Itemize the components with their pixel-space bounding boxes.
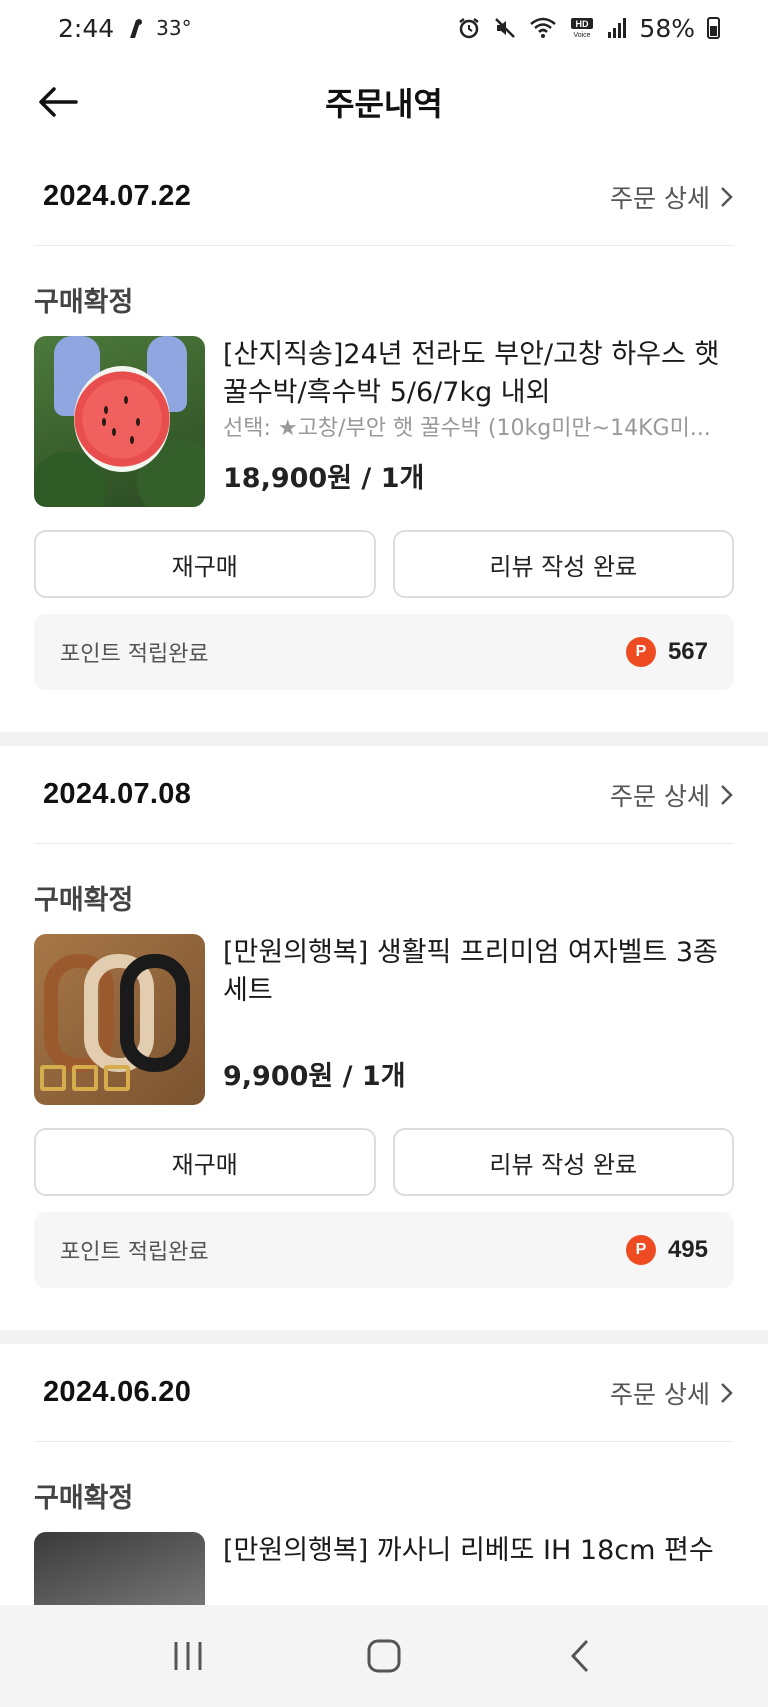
action-row: 재구매 리뷰 작성 완료 bbox=[34, 530, 734, 598]
order-header: 2024.07.22 주문 상세 bbox=[34, 148, 734, 246]
review-complete-button[interactable]: 리뷰 작성 완료 bbox=[392, 1128, 734, 1196]
order-header: 2024.06.20 주문 상세 bbox=[34, 1344, 734, 1442]
product-row[interactable]: [산지직송]24년 전라도 부안/고창 하우스 햇꿀수박/흑수박 5/6/7kg… bbox=[34, 336, 734, 508]
order-date: 2024.06.20 bbox=[43, 1376, 192, 1408]
product-name[interactable]: [산지직송]24년 전라도 부안/고창 하우스 햇꿀수박/흑수박 5/6/7kg… bbox=[223, 336, 734, 412]
order-detail-label: 주문 상세 bbox=[610, 781, 710, 811]
back-button[interactable] bbox=[36, 80, 80, 124]
point-box: 포인트 적립완료 P 567 bbox=[34, 614, 734, 690]
home-button[interactable] bbox=[344, 1626, 424, 1686]
mute-icon bbox=[493, 16, 517, 40]
recent-apps-button[interactable] bbox=[148, 1626, 228, 1686]
battery-percent: 58% bbox=[639, 13, 695, 43]
rebuy-button[interactable]: 재구매 bbox=[34, 530, 376, 598]
signal-icon bbox=[607, 17, 627, 39]
point-badge-icon: P bbox=[625, 637, 656, 667]
chevron-right-icon bbox=[721, 784, 733, 805]
order-status: 구매확정 bbox=[34, 287, 134, 318]
order-card: 2024.07.22 주문 상세 구매확정 [산지직송]24년 전라도 부안/고… bbox=[0, 148, 768, 732]
alarm-icon bbox=[457, 16, 481, 40]
order-list: 2024.07.22 주문 상세 구매확정 [산지직송]24년 전라도 부안/고… bbox=[0, 148, 768, 1704]
point-value: 567 bbox=[667, 638, 708, 665]
system-nav-bar bbox=[0, 1605, 768, 1707]
rebuy-button[interactable]: 재구매 bbox=[34, 1128, 376, 1196]
chevron-right-icon bbox=[721, 186, 733, 207]
order-detail-link[interactable]: 주문 상세 bbox=[610, 179, 734, 215]
order-date: 2024.07.08 bbox=[43, 778, 192, 810]
point-value-wrap: P 495 bbox=[625, 1235, 708, 1265]
status-left: 2:44 33° bbox=[58, 14, 192, 43]
chevron-right-icon bbox=[721, 1382, 733, 1403]
back-arrow-icon bbox=[39, 87, 78, 117]
system-back-button[interactable] bbox=[540, 1626, 620, 1686]
order-detail-label: 주문 상세 bbox=[610, 183, 710, 213]
product-info: [만원의행복] 생활픽 프리미엄 여자벨트 3종세트 9,900원 / 1개 bbox=[223, 934, 734, 1106]
hd-voice-icon: HD Voice bbox=[569, 16, 595, 40]
section-divider bbox=[0, 732, 768, 746]
status-bar: 2:44 33° HD Voice 58% bbox=[0, 0, 768, 56]
status-right: HD Voice 58% bbox=[457, 14, 720, 43]
point-value: 495 bbox=[667, 1236, 708, 1263]
point-label: 포인트 적립완료 bbox=[60, 1240, 209, 1265]
order-card: 2024.07.08 주문 상세 구매확정 [만원의행복] 생활픽 프리미엄 여… bbox=[0, 746, 768, 1330]
order-status: 구매확정 bbox=[34, 885, 134, 916]
order-date: 2024.07.22 bbox=[43, 180, 192, 212]
svg-text:Voice: Voice bbox=[574, 32, 591, 39]
product-option: 선택: ★고창/부안 햇 꿀수박 (10kg미만~14KG미... bbox=[223, 416, 711, 441]
point-value-wrap: P 567 bbox=[625, 637, 708, 667]
product-option bbox=[223, 1010, 734, 1044]
order-header: 2024.07.08 주문 상세 bbox=[34, 746, 734, 844]
point-box: 포인트 적립완료 P 495 bbox=[34, 1212, 734, 1288]
section-divider bbox=[0, 1330, 768, 1344]
review-complete-button[interactable]: 리뷰 작성 완료 bbox=[392, 530, 734, 598]
point-label: 포인트 적립완료 bbox=[60, 642, 209, 667]
product-price: 9,900원 / 1개 bbox=[223, 1061, 406, 1092]
product-image-watermelon[interactable] bbox=[34, 336, 205, 507]
wifi-icon bbox=[529, 16, 557, 40]
battery-icon bbox=[707, 17, 720, 39]
product-image-belt[interactable] bbox=[34, 934, 205, 1105]
page-title: 주문내역 bbox=[325, 85, 443, 123]
point-badge-icon: P bbox=[625, 1235, 656, 1265]
app-header: 주문내역 bbox=[0, 56, 768, 148]
recent-apps-icon bbox=[174, 1642, 202, 1670]
order-detail-label: 주문 상세 bbox=[610, 1379, 710, 1409]
home-icon bbox=[367, 1639, 401, 1673]
status-time: 2:44 bbox=[58, 13, 115, 43]
product-row[interactable]: [만원의행복] 생활픽 프리미엄 여자벨트 3종세트 9,900원 / 1개 bbox=[34, 934, 734, 1106]
action-row: 재구매 리뷰 작성 완료 bbox=[34, 1128, 734, 1196]
order-detail-link[interactable]: 주문 상세 bbox=[610, 777, 734, 813]
product-info: [산지직송]24년 전라도 부안/고창 하우스 햇꿀수박/흑수박 5/6/7kg… bbox=[223, 336, 734, 508]
system-back-icon bbox=[570, 1639, 589, 1673]
order-detail-link[interactable]: 주문 상세 bbox=[610, 1375, 734, 1411]
status-temperature: 33° bbox=[156, 16, 192, 40]
svg-text:HD: HD bbox=[576, 19, 589, 29]
weather-icon bbox=[124, 16, 146, 40]
order-status: 구매확정 bbox=[34, 1483, 134, 1514]
product-name[interactable]: [만원의행복] 까사니 리베또 IH 18cm 편수 bbox=[223, 1532, 734, 1608]
product-price: 18,900원 / 1개 bbox=[223, 463, 425, 494]
product-name[interactable]: [만원의행복] 생활픽 프리미엄 여자벨트 3종세트 bbox=[223, 934, 734, 1010]
